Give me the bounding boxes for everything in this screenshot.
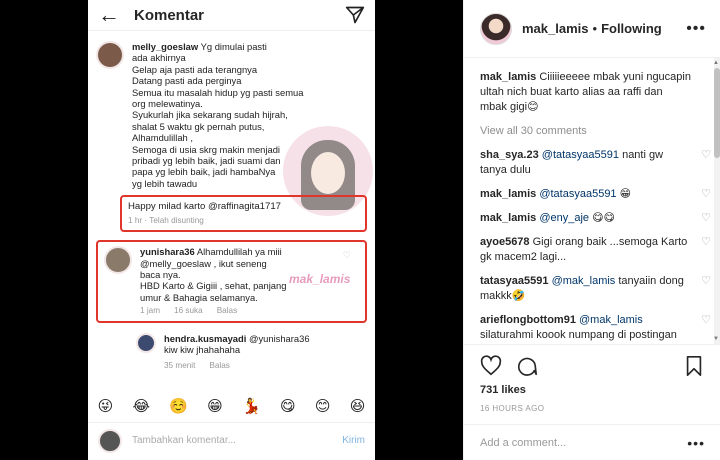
post-timestamp[interactable]: 16 HOURS AGO <box>480 404 544 413</box>
comment-reply: Balas <box>209 361 230 371</box>
add-comment-row: Add a comment... ••• <box>464 424 720 460</box>
comment-likes: 16 suka <box>174 306 203 316</box>
back-arrow-icon: ← <box>98 2 120 27</box>
emoji: ☺️ <box>169 398 188 415</box>
follow-button[interactable]: Following <box>601 21 662 36</box>
profile-username[interactable]: mak_lamis <box>522 21 589 36</box>
highlight-box: Happy milad karto @raffinagita1717 1 hr … <box>120 195 367 233</box>
avatar <box>104 246 132 275</box>
comment-text: 😁 <box>616 188 632 200</box>
heart-icon: ♡ <box>342 250 351 261</box>
emoji: 😆 <box>349 398 366 415</box>
comment-meta: 1 hr · Telah disunting <box>128 215 204 225</box>
comment-mention: @yunishara36 <box>248 332 310 344</box>
comment-mention[interactable]: @eny_aje <box>539 212 589 224</box>
comment-username[interactable]: mak_lamis <box>480 188 536 200</box>
comment-item: tatasyaa5591 @mak_lamis tanyaiin dong ma… <box>480 274 711 304</box>
comment-user: yunishara36 <box>140 246 195 258</box>
comment-username[interactable]: sha_sya.23 <box>480 149 539 161</box>
add-comment-input[interactable]: Add a comment... <box>480 437 687 449</box>
emoji: 😁 <box>207 398 223 415</box>
like-heart-icon[interactable]: ♡ <box>701 211 711 226</box>
comment-item: mak_lamis @eny_aje 😋😋 ♡ <box>480 211 711 226</box>
comment-reply: Balas <box>216 306 238 316</box>
screenshot-header: ← Komentar <box>88 0 375 31</box>
screenshot-comment-2: yunishara36 Alhamdullilah ya miii @melly… <box>96 240 367 323</box>
like-heart-icon[interactable]: ♡ <box>701 235 711 250</box>
comments-list: mak_lamis Ciiiiieeeee mbak yuni ngucapin… <box>464 58 720 344</box>
avatar <box>136 332 156 353</box>
emoji: 💃 <box>242 398 261 415</box>
emoji: 😜 <box>97 398 114 415</box>
caption: mak_lamis Ciiiiieeeee mbak yuni ngucapin… <box>480 70 691 115</box>
comments-scrollbar-thumb[interactable] <box>714 68 720 158</box>
post-image: ← Komentar mak_lamis melly_goeslaw Yg di… <box>0 0 463 460</box>
comment-username[interactable]: mak_lamis <box>480 212 536 224</box>
like-heart-icon[interactable]: ♡ <box>701 313 711 328</box>
more-options-icon[interactable]: ••• <box>686 20 706 38</box>
scroll-up-arrow-icon[interactable]: ▲ <box>712 60 720 66</box>
screenshot-input-row: Tambahkan komentar... Kirim <box>88 422 375 458</box>
comment-username[interactable]: ayoe5678 <box>480 236 530 248</box>
comment-text: kiw kiw jhahahaha <box>164 343 241 355</box>
comment-username[interactable]: arieflongbottom91 <box>480 314 576 326</box>
comment-item: sha_sya.23 @tatasyaa5591 nanti gw tanya … <box>480 148 711 178</box>
like-heart-icon[interactable] <box>480 355 502 377</box>
view-all-comments-link[interactable]: View all 30 comments <box>480 124 691 139</box>
highlight-text: Happy milad karto @raffinagita1717 <box>128 201 282 213</box>
bookmark-icon[interactable] <box>683 355 705 377</box>
screenshot-comment-1: melly_goeslaw Yg dimulai pasti ada akhir… <box>96 41 367 233</box>
screenshot-input-placeholder: Tambahkan komentar... <box>132 435 236 446</box>
screenshot-comments: mak_lamis melly_goeslaw Yg dimulai pasti… <box>88 31 375 378</box>
comment-username[interactable]: tatasyaa5591 <box>480 275 549 287</box>
comment-item: arieflongbottom91 @mak_lamis silaturahmi… <box>480 313 711 344</box>
comment-user: melly_goeslaw <box>132 41 199 52</box>
comment-user: hendra.kusmayadi <box>164 332 247 344</box>
comment-mention[interactable]: @tatasyaa5591 <box>542 149 619 161</box>
scroll-down-arrow-icon[interactable]: ▼ <box>712 336 720 342</box>
emoji-bar: 😜 😂 ☺️ 😁 💃 😋 😊 😆 <box>88 393 375 419</box>
screenshot-comment-3: hendra.kusmayadi @yunishara36 kiw kiw jh… <box>136 332 367 372</box>
comment-text: 😋😋 <box>589 212 616 224</box>
avatar <box>96 41 124 69</box>
post-sidebar: mak_lamis • Following ••• mak_lamis Ciii… <box>463 0 720 460</box>
comment-text: Yg dimulai pasti ada akhirnya Gelap aja … <box>132 41 304 189</box>
avatar <box>98 428 122 453</box>
comment-item: mak_lamis @tatasyaa5591 😁 ♡ <box>480 187 711 202</box>
comment-time: 35 menit <box>164 361 196 371</box>
profile-avatar[interactable] <box>480 12 512 45</box>
more-options-icon[interactable]: ••• <box>687 435 705 451</box>
separator-dot: • <box>592 21 598 36</box>
comment-bubble-icon[interactable] <box>516 355 538 377</box>
comment-text: silaturahmi koook numpang di postingan o… <box>480 329 677 341</box>
emoji: 😂 <box>132 398 151 415</box>
likes-count[interactable]: 731 likes <box>480 384 526 396</box>
comment-mention[interactable]: @mak_lamis <box>579 314 643 326</box>
caption-username[interactable]: mak_lamis <box>480 71 536 83</box>
screenshot-send-label: Kirim <box>342 435 365 446</box>
post-actions <box>464 344 720 384</box>
emoji: 😊 <box>314 398 331 415</box>
send-icon <box>345 6 365 24</box>
comment-mention[interactable]: @tatasyaa5591 <box>539 188 616 200</box>
like-heart-icon[interactable]: ♡ <box>701 148 711 163</box>
like-heart-icon[interactable]: ♡ <box>701 187 711 202</box>
comment-mention[interactable]: @mak_lamis <box>552 275 616 287</box>
post-header: mak_lamis • Following ••• <box>464 0 720 58</box>
screenshot-phone: ← Komentar mak_lamis melly_goeslaw Yg di… <box>88 0 375 460</box>
emoji: 😋 <box>279 398 296 415</box>
like-heart-icon[interactable]: ♡ <box>701 274 711 289</box>
comment-item: ayoe5678 Gigi orang baik ...semoga Karto… <box>480 235 711 265</box>
screenshot-title: Komentar <box>134 6 205 24</box>
comment-time: 1 jam <box>140 306 161 316</box>
